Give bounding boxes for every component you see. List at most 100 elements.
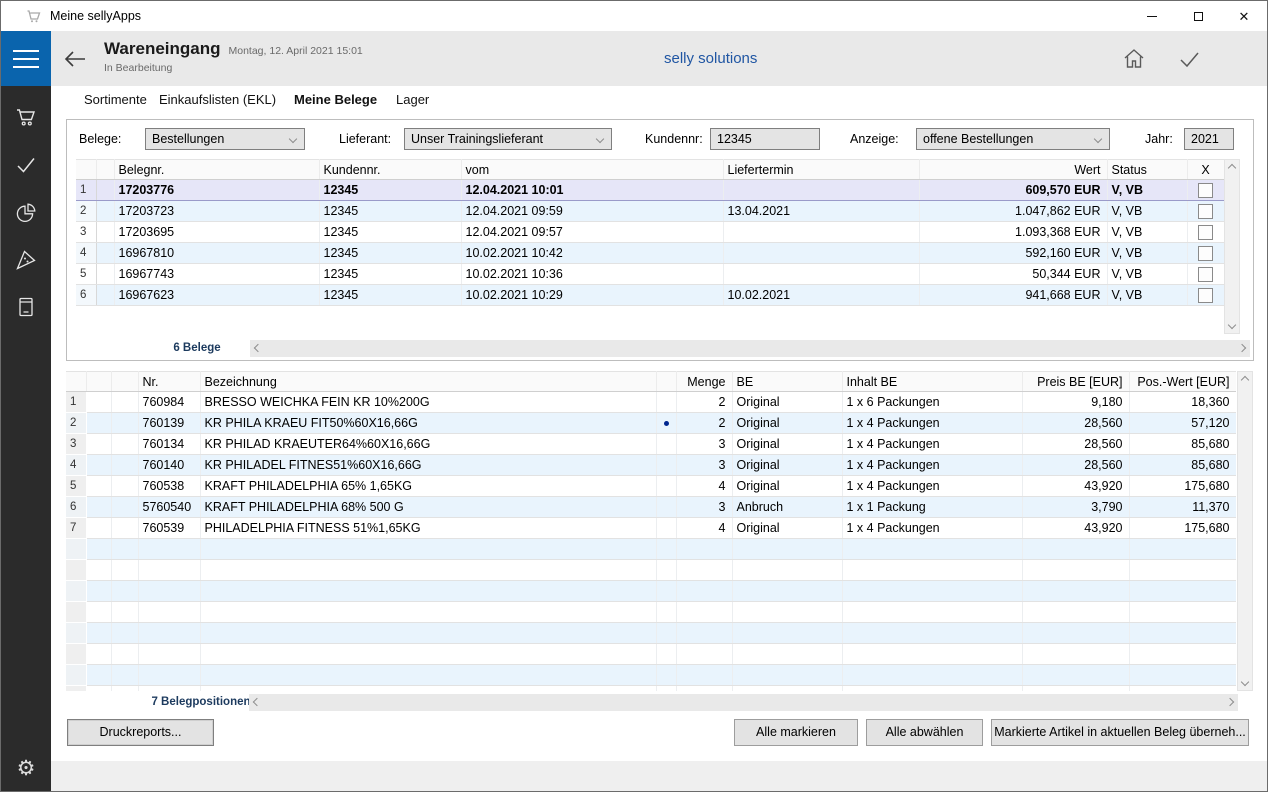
row-checkbox[interactable]: [1198, 183, 1213, 198]
positionen-vertical-scrollbar[interactable]: [1237, 371, 1253, 691]
back-arrow-icon: [61, 45, 89, 73]
row-checkbox[interactable]: [1198, 204, 1213, 219]
tab-lager[interactable]: Lager: [396, 92, 429, 107]
pos-wert-cell: 85,680: [1129, 434, 1236, 455]
sidebar-item-statistics[interactable]: [14, 201, 38, 225]
pie-chart-icon: [14, 201, 38, 225]
uebernehmen-button[interactable]: Markierte Artikel in aktuellen Beleg übe…: [991, 719, 1249, 746]
col-status[interactable]: Status: [1107, 160, 1187, 180]
belege-row[interactable]: 5169677431234510.02.2021 10:3650,344 EUR…: [76, 264, 1224, 285]
tab-sortimente[interactable]: Sortimente: [84, 92, 147, 107]
kundennr-input[interactable]: [710, 128, 820, 150]
position-row[interactable]: 7760539PHILADELPHIA FITNESS 51%1,65KG4Or…: [66, 518, 1236, 539]
confirm-button[interactable]: [1177, 47, 1201, 71]
sidebar: ⚙: [1, 86, 51, 792]
belege-row[interactable]: 4169678101234510.02.2021 10:42592,160 EU…: [76, 243, 1224, 264]
col-preis-be[interactable]: Preis BE [EUR]: [1022, 372, 1129, 392]
sidebar-item-tasks[interactable]: [14, 153, 38, 177]
col-x[interactable]: X: [1187, 160, 1224, 180]
lieferant-dropdown[interactable]: Unser Trainingslieferant: [404, 128, 612, 150]
belegnr-cell: 16967623: [114, 285, 319, 306]
scroll-down-icon[interactable]: [1241, 678, 1249, 686]
alle-markieren-button[interactable]: Alle markieren: [734, 719, 858, 746]
col-be[interactable]: BE: [732, 372, 842, 392]
home-button[interactable]: [1122, 47, 1146, 71]
preis-be-cell: 43,920: [1022, 476, 1129, 497]
back-button[interactable]: [61, 45, 89, 73]
belege-row[interactable]: 2172037231234512.04.2021 09:5913.04.2021…: [76, 201, 1224, 222]
tab-meine-belege[interactable]: Meine Belege: [294, 92, 377, 107]
pos-wert-cell: 175,680: [1129, 518, 1236, 539]
belege-horizontal-scrollbar[interactable]: [250, 340, 1250, 357]
position-row[interactable]: 4760140KR PHILADEL FITNES51%60X16,66G3Or…: [66, 455, 1236, 476]
belege-vertical-scrollbar[interactable]: [1224, 159, 1240, 334]
position-row[interactable]: 5760538KRAFT PHILADELPHIA 65% 1,65KG4Ori…: [66, 476, 1236, 497]
position-row[interactable]: 1760984BRESSO WEICHKA FEIN KR 10%200G2Or…: [66, 392, 1236, 413]
col-liefertermin[interactable]: Liefertermin: [723, 160, 919, 180]
settings-button[interactable]: ⚙: [12, 756, 40, 781]
row-number: 6: [66, 497, 86, 518]
liefertermin-cell: [723, 222, 919, 243]
row-number: 2: [76, 201, 96, 222]
col-wert[interactable]: Wert: [919, 160, 1107, 180]
col-nr[interactable]: Nr.: [138, 372, 200, 392]
col-vom[interactable]: vom: [461, 160, 723, 180]
tab-einkaufslisten[interactable]: Einkaufslisten (EKL): [159, 92, 276, 107]
inhalt-be-cell: 1 x 4 Packungen: [842, 455, 1022, 476]
be-cell: Anbruch: [732, 497, 842, 518]
liefertermin-cell: 10.02.2021: [723, 285, 919, 306]
checkmark-icon: [14, 153, 38, 177]
be-cell: Original: [732, 476, 842, 497]
anzeige-dropdown[interactable]: offene Bestellungen: [916, 128, 1110, 150]
col-pos-wert[interactable]: Pos.-Wert [EUR]: [1129, 372, 1236, 392]
belege-dropdown[interactable]: Bestellungen: [145, 128, 305, 150]
menu-button[interactable]: [1, 31, 51, 86]
scroll-up-icon[interactable]: [1241, 376, 1249, 384]
empty-row: [66, 623, 1236, 644]
col-menge[interactable]: Menge: [676, 372, 732, 392]
scroll-down-icon[interactable]: [1228, 321, 1236, 329]
scroll-left-icon[interactable]: [254, 344, 262, 352]
sidebar-item-cart[interactable]: [14, 105, 38, 129]
row-number: 2: [66, 413, 86, 434]
inhalt-be-cell: 1 x 4 Packungen: [842, 413, 1022, 434]
close-button[interactable]: ✕: [1221, 1, 1267, 31]
position-row[interactable]: 3760134KR PHILAD KRAEUTER64%60X16,66G3Or…: [66, 434, 1236, 455]
col-belegnr[interactable]: Belegnr.: [114, 160, 319, 180]
minimize-button[interactable]: [1129, 1, 1175, 31]
position-row[interactable]: 65760540KRAFT PHILADELPHIA 68% 500 G3Anb…: [66, 497, 1236, 518]
sidebar-item-products[interactable]: [14, 248, 38, 272]
scroll-up-icon[interactable]: [1228, 164, 1236, 172]
row-checkbox[interactable]: [1198, 246, 1213, 261]
maximize-icon: [1194, 12, 1203, 21]
col-bezeichnung[interactable]: Bezeichnung: [200, 372, 656, 392]
positionen-horizontal-scrollbar[interactable]: [249, 694, 1238, 711]
belege-row[interactable]: 1172037761234512.04.2021 10:01609,570 EU…: [76, 180, 1224, 201]
wert-cell: 1.093,368 EUR: [919, 222, 1107, 243]
belege-row[interactable]: 6169676231234510.02.2021 10:2910.02.2021…: [76, 285, 1224, 306]
belege-row[interactable]: 3172036951234512.04.2021 09:571.093,368 …: [76, 222, 1224, 243]
scroll-left-icon[interactable]: [253, 698, 261, 706]
row-number: 4: [66, 455, 86, 476]
bezeichnung-cell: KR PHILAD KRAEUTER64%60X16,66G: [200, 434, 656, 455]
artikelnr-cell: 760140: [138, 455, 200, 476]
scroll-right-icon[interactable]: [1226, 698, 1234, 706]
pos-wert-cell: 11,370: [1129, 497, 1236, 518]
druckreports-button[interactable]: Druckreports...: [67, 719, 214, 746]
sidebar-item-catalog[interactable]: [14, 295, 38, 319]
alle-abwaehlen-button[interactable]: Alle abwählen: [866, 719, 983, 746]
position-row[interactable]: 2760139KR PHILA KRAEU FIT50%60X16,66G2Or…: [66, 413, 1236, 434]
belege-count: 6 Belege: [142, 342, 252, 354]
menge-cell: 2: [676, 392, 732, 413]
row-checkbox[interactable]: [1198, 288, 1213, 303]
row-number: 3: [76, 222, 96, 243]
page-status: In Bearbeitung: [104, 62, 363, 74]
row-checkbox[interactable]: [1198, 225, 1213, 240]
jahr-input[interactable]: [1184, 128, 1234, 150]
col-kundennr[interactable]: Kundennr.: [319, 160, 461, 180]
maximize-button[interactable]: [1175, 1, 1221, 31]
status-cell: V, VB: [1107, 285, 1187, 306]
col-inhalt-be[interactable]: Inhalt BE: [842, 372, 1022, 392]
scroll-right-icon[interactable]: [1238, 344, 1246, 352]
row-checkbox[interactable]: [1198, 267, 1213, 282]
